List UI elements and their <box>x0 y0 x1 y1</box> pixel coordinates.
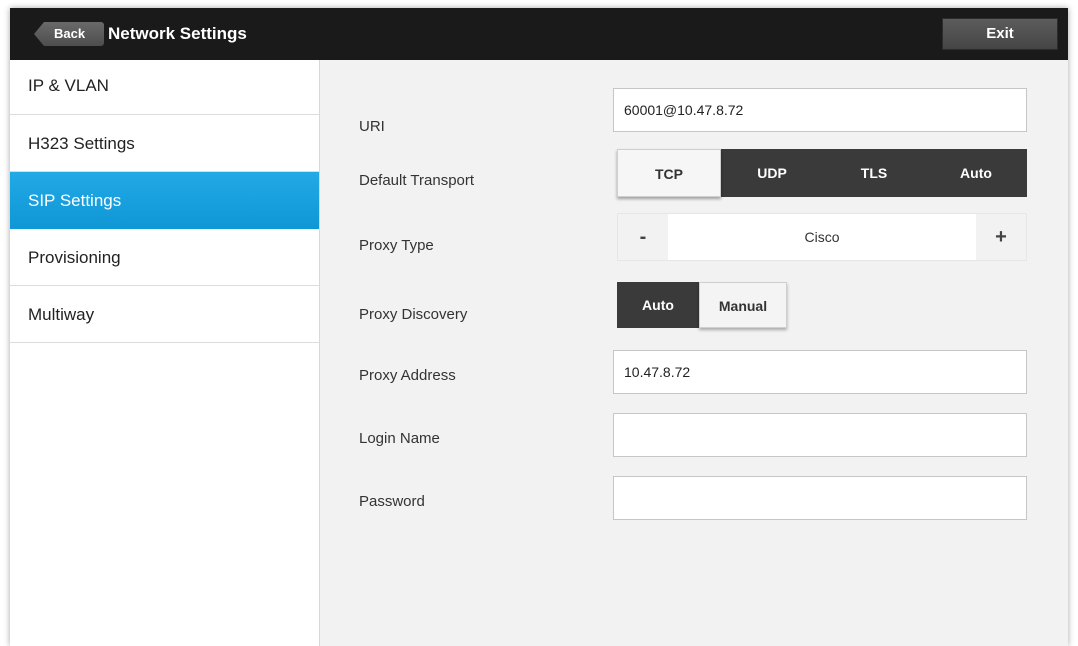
page-title: Network Settings <box>108 24 247 43</box>
sidebar-item-h323-settings[interactable]: H323 Settings <box>10 115 319 172</box>
proxy-type-value: Cisco <box>804 229 840 245</box>
transport-option-tls[interactable]: TLS <box>823 149 925 197</box>
transport-option-auto[interactable]: Auto <box>925 149 1027 197</box>
proxy-discovery-option-manual[interactable]: Manual <box>699 282 787 328</box>
settings-panel: URI 60001@10.47.8.72 Default Transport T… <box>321 60 1068 646</box>
password-field[interactable] <box>613 476 1027 520</box>
proxy-address-label: Proxy Address <box>359 367 456 384</box>
uri-field[interactable]: 60001@10.47.8.72 <box>613 88 1027 132</box>
sidebar-item-multiway[interactable]: Multiway <box>10 286 319 343</box>
sidebar-item-ip-vlan[interactable]: IP & VLAN <box>10 60 319 115</box>
proxy-discovery-label: Proxy Discovery <box>359 306 468 323</box>
sidebar-item-provisioning[interactable]: Provisioning <box>10 229 319 286</box>
password-label: Password <box>359 493 425 510</box>
default-transport-label: Default Transport <box>359 172 475 189</box>
proxy-type-label: Proxy Type <box>359 237 434 254</box>
default-transport-selector: TCP UDP TLS Auto <box>617 149 1027 197</box>
uri-label: URI <box>359 118 385 135</box>
proxy-type-increment-button[interactable]: + <box>976 214 1026 260</box>
proxy-address-field[interactable]: 10.47.8.72 <box>613 350 1027 394</box>
proxy-discovery-option-auto[interactable]: Auto <box>617 282 699 328</box>
login-name-field[interactable] <box>613 413 1027 457</box>
exit-button[interactable]: Exit <box>942 18 1058 50</box>
proxy-type-stepper: - Cisco + <box>617 213 1027 261</box>
sidebar: IP & VLAN H323 Settings SIP Settings Pro… <box>10 60 320 646</box>
login-name-label: Login Name <box>359 430 440 447</box>
transport-option-udp[interactable]: UDP <box>721 149 823 197</box>
settings-window: Back Network Settings Exit IP & VLAN H32… <box>10 8 1068 646</box>
proxy-discovery-selector: Auto Manual <box>617 282 787 328</box>
transport-option-tcp[interactable]: TCP <box>617 149 721 197</box>
back-button[interactable]: Back <box>34 22 104 46</box>
top-bar: Back Network Settings Exit <box>10 8 1068 60</box>
sidebar-item-sip-settings[interactable]: SIP Settings <box>10 172 319 229</box>
proxy-type-decrement-button[interactable]: - <box>618 214 668 260</box>
